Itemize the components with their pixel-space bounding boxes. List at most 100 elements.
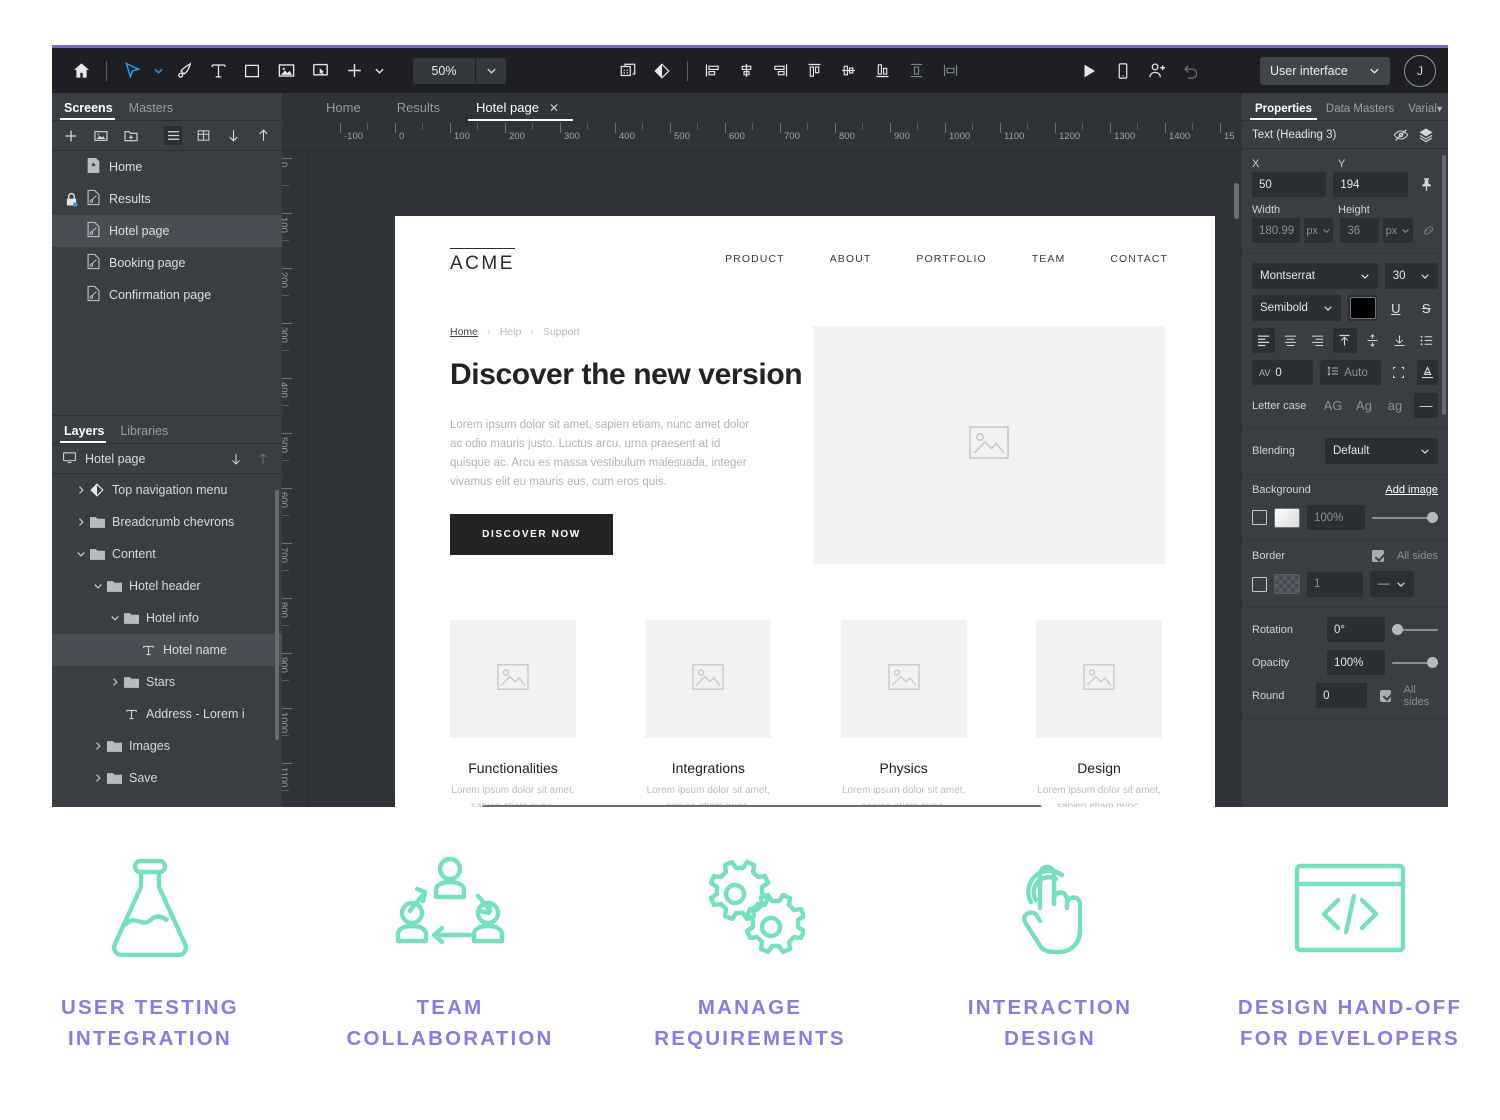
zoom-value[interactable]: 50%	[413, 64, 475, 78]
letter-case-title-button[interactable]: Ag	[1352, 393, 1376, 418]
layers-scrollbar[interactable]	[275, 490, 279, 740]
screen-item-results[interactable]: Results	[52, 183, 282, 215]
screen-item-home[interactable]: Home	[52, 151, 282, 183]
undo-icon[interactable]	[1174, 54, 1208, 88]
chevron-down-icon[interactable]	[108, 613, 122, 623]
close-icon[interactable]: ✕	[549, 101, 559, 115]
opacity-input[interactable]: 100%	[1327, 650, 1385, 675]
align-text-right-button[interactable]	[1306, 328, 1329, 353]
height-input[interactable]: 36	[1340, 218, 1380, 243]
opacity-slider[interactable]	[1392, 655, 1438, 671]
site-nav-item-contact[interactable]: CONTACT	[1110, 253, 1168, 265]
align-center-vertical-icon[interactable]	[832, 54, 866, 88]
font-size-select[interactable]: 30	[1384, 263, 1438, 289]
chevron-right-icon[interactable]	[74, 517, 88, 527]
underline-button[interactable]: U	[1384, 296, 1407, 321]
background-color-swatch[interactable]	[1274, 507, 1300, 528]
screen-item-booking-page[interactable]: Booking page	[52, 247, 282, 279]
border-style-select[interactable]: —	[1370, 571, 1414, 597]
border-enable-checkbox[interactable]	[1252, 576, 1267, 592]
zoom-chevron-down-icon[interactable]	[476, 65, 506, 76]
zoom-control[interactable]: 50%	[413, 57, 506, 84]
border-color-swatch[interactable]	[1274, 574, 1300, 594]
breadcrumb-item-support[interactable]: Support	[543, 326, 580, 338]
hero-image-placeholder[interactable]	[813, 326, 1165, 564]
align-bottom-icon[interactable]	[866, 54, 900, 88]
chevron-right-icon[interactable]	[91, 741, 105, 751]
feature-card[interactable]: Physics Lorem ipsum dolor sit amet, sapie…	[840, 620, 967, 807]
rotation-input[interactable]: 0°	[1327, 617, 1385, 642]
align-text-bottom-button[interactable]	[1388, 328, 1411, 353]
screen-item-confirmation-page[interactable]: Confirmation page	[52, 279, 282, 311]
x-input[interactable]: 50	[1252, 172, 1327, 197]
properties-scrollbar[interactable]	[1442, 155, 1446, 415]
add-image-button[interactable]: Add image	[1385, 484, 1438, 496]
y-input[interactable]: 194	[1333, 172, 1408, 197]
move-down-icon[interactable]	[224, 126, 242, 145]
breadcrumb-item-help[interactable]: Help	[500, 326, 522, 338]
tab-libraries[interactable]: Libraries	[116, 424, 180, 443]
list-view-icon[interactable]	[164, 126, 182, 145]
round-all-sides-checkbox[interactable]	[1380, 689, 1391, 702]
rotation-slider[interactable]	[1392, 622, 1438, 638]
text-baseline-button[interactable]	[1416, 360, 1438, 385]
pin-icon[interactable]	[1415, 172, 1438, 197]
align-text-middle-button[interactable]	[1361, 328, 1384, 353]
tab-data-masters[interactable]: Data Masters	[1319, 103, 1401, 120]
text-tool-icon[interactable]	[201, 54, 235, 88]
bullet-list-button[interactable]	[1415, 328, 1438, 353]
letter-case-upper-button[interactable]: AG	[1321, 393, 1345, 418]
align-left-icon[interactable]	[696, 54, 730, 88]
canvas-tab-hotel-page[interactable]: Hotel page ✕	[458, 96, 577, 121]
breadcrumb-item-home[interactable]: Home	[450, 326, 478, 338]
tab-layers[interactable]: Layers	[60, 424, 116, 443]
layers-move-down-icon[interactable]	[226, 449, 245, 468]
canvas-vertical-scrollbar[interactable]	[1234, 183, 1239, 219]
background-enable-checkbox[interactable]	[1252, 510, 1267, 525]
ui-mode-select[interactable]: User interface	[1260, 56, 1390, 85]
width-input[interactable]: 180.99	[1252, 218, 1300, 243]
link-dimensions-icon[interactable]	[1420, 218, 1438, 243]
layers-icon[interactable]	[1413, 122, 1438, 147]
border-all-sides-checkbox[interactable]	[1372, 550, 1385, 562]
align-text-top-button[interactable]	[1333, 328, 1357, 353]
discover-now-button[interactable]: DISCOVER NOW	[450, 514, 613, 555]
align-top-icon[interactable]	[798, 54, 832, 88]
image-tool-icon[interactable]	[269, 54, 303, 88]
screen-item-hotel-page[interactable]: Hotel page	[52, 215, 282, 247]
tab-screens[interactable]: Screens	[60, 101, 125, 120]
feature-card[interactable]: Functionalities Lorem ipsum dolor sit ame…	[450, 620, 576, 807]
background-opacity-slider[interactable]	[1372, 510, 1438, 526]
distribute-vertical-icon[interactable]	[900, 54, 934, 88]
vertical-ruler[interactable]: 0100200300400500600700800900100011001200	[282, 151, 308, 807]
card-image-placeholder[interactable]	[645, 620, 772, 738]
card-image-placeholder[interactable]	[840, 620, 967, 738]
add-folder-icon[interactable]	[122, 126, 140, 145]
feature-card[interactable]: Design Lorem ipsum dolor sit amet, sapien…	[1035, 620, 1162, 807]
avatar[interactable]: J	[1404, 54, 1436, 87]
master-icon[interactable]	[645, 54, 679, 88]
add-image-screen-icon[interactable]	[92, 126, 110, 145]
layer-item-stars[interactable]: Stars	[52, 666, 282, 698]
site-nav-item-portfolio[interactable]: PORTFOLIO	[916, 253, 986, 265]
artboard[interactable]: ACME PRODUCT ABOUT PORTFOLIO TEAM CONTACT Ho…	[395, 216, 1215, 807]
tabs-overflow-chevron-icon[interactable]: ▼	[1435, 104, 1444, 114]
layer-item-address-lorem-i[interactable]: Address - Lorem i	[52, 698, 282, 730]
site-nav-item-product[interactable]: PRODUCT	[725, 253, 785, 265]
blending-select[interactable]: Default	[1325, 438, 1438, 464]
rectangle-tool-icon[interactable]	[235, 54, 269, 88]
move-up-icon[interactable]	[254, 126, 272, 145]
hotspot-tool-icon[interactable]	[303, 54, 337, 88]
layer-item-content[interactable]: Content	[52, 538, 282, 570]
chevron-right-icon[interactable]	[91, 773, 105, 783]
card-image-placeholder[interactable]	[450, 620, 576, 738]
grid-view-icon[interactable]	[194, 126, 212, 145]
hide-icon[interactable]	[1388, 122, 1413, 147]
layer-item-top-navigation-menu[interactable]: Top navigation menu	[52, 474, 282, 506]
chevron-right-icon[interactable]	[108, 677, 122, 687]
pen-icon[interactable]	[167, 54, 201, 88]
layer-item-breadcrumb-chevrons[interactable]: Breadcrumb chevrons	[52, 506, 282, 538]
font-family-select[interactable]: Montserrat	[1252, 263, 1378, 289]
strikethrough-button[interactable]: S	[1415, 296, 1438, 321]
add-tool-chevron-icon[interactable]	[371, 54, 387, 88]
